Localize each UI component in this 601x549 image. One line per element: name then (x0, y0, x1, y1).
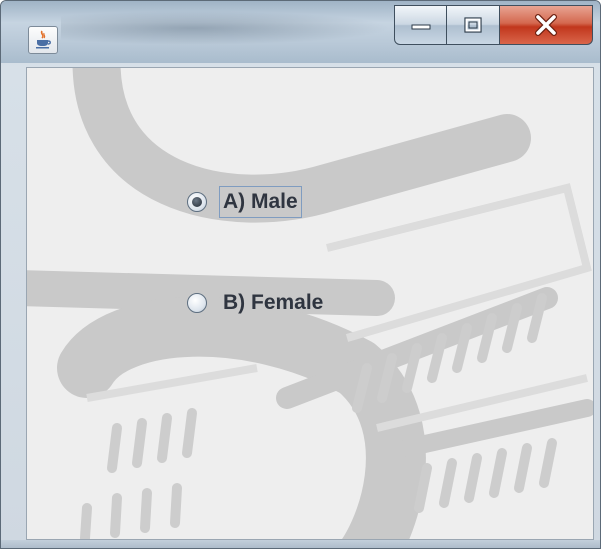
title-bar[interactable] (1, 1, 600, 63)
radio-label-female[interactable]: B) Female (219, 287, 327, 319)
close-icon (535, 14, 557, 36)
radio-option-male[interactable]: A) Male (187, 186, 302, 218)
content-panel: A) Male B) Female (26, 67, 594, 540)
radio-selected-dot (192, 197, 202, 207)
app-window: A) Male B) Female (0, 0, 601, 549)
minimize-button[interactable] (394, 5, 447, 45)
close-button[interactable] (500, 5, 593, 45)
minimize-icon (411, 24, 430, 30)
radio-label-male[interactable]: A) Male (219, 186, 302, 218)
maximize-button[interactable] (447, 5, 500, 45)
radio-button-female[interactable] (187, 293, 207, 313)
window-bottom-border (1, 540, 600, 548)
radio-button-male[interactable] (187, 192, 207, 212)
java-coffee-cup-icon[interactable] (28, 26, 58, 54)
radio-option-female[interactable]: B) Female (187, 287, 327, 319)
window-controls (394, 5, 593, 45)
maximize-icon (464, 17, 482, 33)
